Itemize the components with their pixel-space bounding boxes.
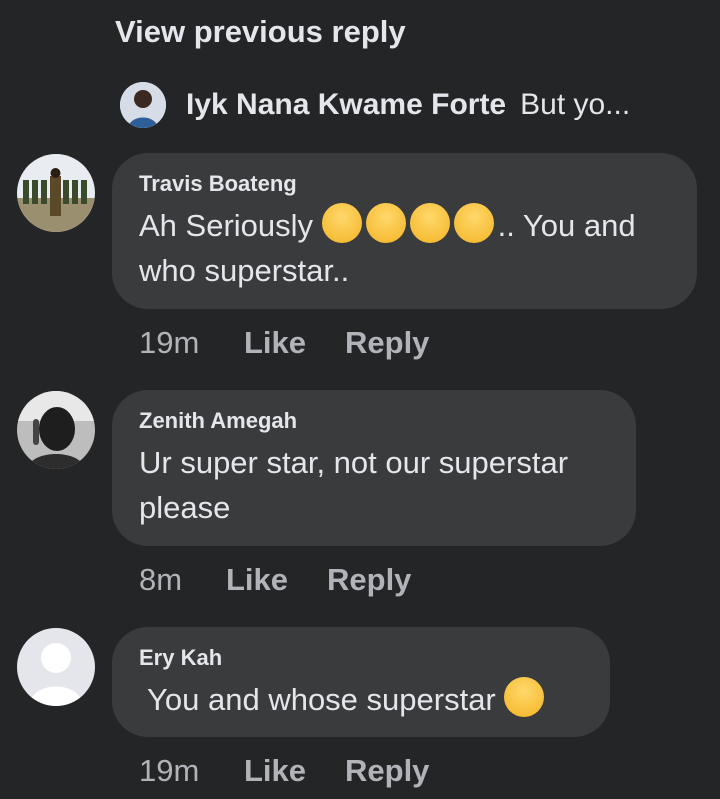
reply-text-preview: But yo... <box>520 88 631 121</box>
avatar[interactable] <box>17 628 95 706</box>
comment-bubble: Zenith Amegah Ur super star, not our sup… <box>112 390 636 546</box>
view-previous-reply-link[interactable]: View previous reply <box>115 14 406 50</box>
laughing-crying-emoji-icon <box>321 203 362 243</box>
like-button[interactable]: Like <box>244 753 345 789</box>
reply-author-name[interactable]: Iyk Nana Kwame Forte <box>186 88 506 122</box>
laughing-crying-emoji-icon <box>453 203 494 243</box>
comment-text: Ah Seriously .. You and who superstar.. <box>139 203 670 293</box>
comment-text: You and whose superstar <box>139 677 583 722</box>
comment-text-part: You and whose superstar <box>139 682 505 717</box>
comment-bubble: Ery Kah You and whose superstar <box>112 627 610 737</box>
avatar[interactable] <box>17 391 95 469</box>
comment-timestamp[interactable]: 8m <box>139 562 226 598</box>
like-button[interactable]: Like <box>226 562 327 598</box>
profile-photo-icon <box>17 391 95 469</box>
comment-bubble: Travis Boateng Ah Seriously .. You and w… <box>112 153 697 309</box>
avatar[interactable] <box>120 82 166 128</box>
comment-author-name[interactable]: Travis Boateng <box>139 171 670 197</box>
reply-preview[interactable]: Iyk Nana Kwame Forte But yo... <box>120 82 630 128</box>
laughing-crying-emoji-icon <box>409 203 450 243</box>
profile-photo-icon <box>17 154 95 232</box>
comment-author-name[interactable]: Ery Kah <box>139 645 583 671</box>
default-profile-icon <box>17 628 95 706</box>
comment-timestamp[interactable]: 19m <box>139 753 244 789</box>
profile-photo-icon <box>120 82 166 128</box>
comment-text-part: Ah Seriously <box>139 208 322 243</box>
avatar[interactable] <box>17 154 95 232</box>
comment-timestamp[interactable]: 19m <box>139 325 244 361</box>
comment-actions: 19m Like Reply <box>139 753 429 789</box>
like-button[interactable]: Like <box>244 325 345 361</box>
reply-button[interactable]: Reply <box>345 753 429 789</box>
comment-text: Ur super star, not our superstar please <box>139 445 569 525</box>
comment-actions: 19m Like Reply <box>139 325 429 361</box>
reply-button[interactable]: Reply <box>345 325 429 361</box>
eye-roll-emoji-icon <box>504 677 545 717</box>
laughing-crying-emoji-icon <box>365 203 406 243</box>
comment-author-name[interactable]: Zenith Amegah <box>139 408 609 434</box>
reply-button[interactable]: Reply <box>327 562 411 598</box>
comment-actions: 8m Like Reply <box>139 562 411 598</box>
